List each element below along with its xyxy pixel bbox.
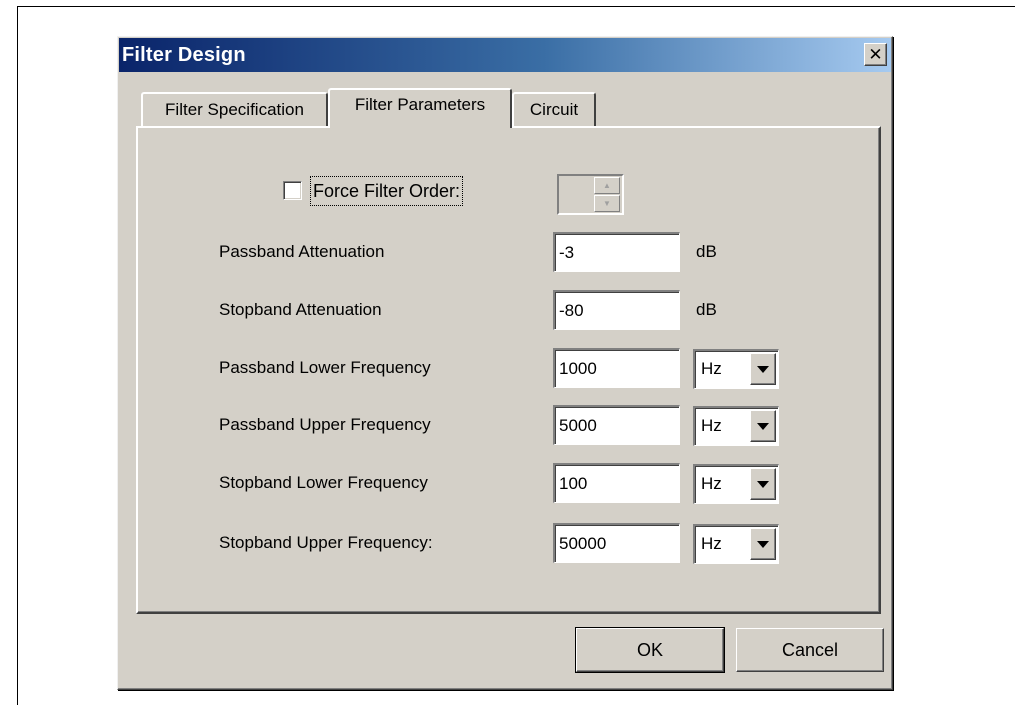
passband-attenuation-input[interactable] [553,232,680,272]
tab-filter-specification[interactable]: Filter Specification [141,92,328,126]
close-icon: ✕ [868,45,883,64]
dialog-title: Filter Design [122,44,246,66]
stopband-lower-frequency-unit-select[interactable]: Hz [693,464,779,504]
stopband-upper-frequency-input[interactable] [553,523,680,563]
dropdown-arrow-icon[interactable] [750,410,776,442]
tab-label: Filter Specification [165,100,304,119]
passband-lower-frequency-input[interactable] [553,348,680,388]
stopband-attenuation-unit: dB [696,300,717,319]
tab-label: Circuit [529,100,579,119]
dropdown-arrow-icon[interactable] [750,353,776,385]
selected-unit: Hz [701,474,722,493]
tab-label: Filter Parameters [354,95,486,114]
spin-up-icon[interactable]: ▲ [594,177,620,194]
force-filter-order-checkbox[interactable] [283,181,302,200]
selected-unit: Hz [701,416,722,435]
passband-upper-frequency-unit-select[interactable]: Hz [693,406,779,446]
ok-button[interactable]: OK [575,627,725,673]
stopband-upper-frequency-label: Stopband Upper Frequency: [219,533,433,552]
spin-down-icon[interactable]: ▼ [594,195,620,212]
cancel-button[interactable]: Cancel [736,628,884,672]
stopband-upper-frequency-unit-select[interactable]: Hz [693,524,779,564]
filter-order-spinner[interactable]: ▲ ▼ [557,174,624,215]
selected-unit: Hz [701,359,722,378]
dropdown-arrow-icon[interactable] [750,468,776,500]
passband-upper-frequency-label: Passband Upper Frequency [219,415,431,434]
title-bar[interactable]: Filter Design ✕ [119,38,891,72]
cancel-button-label: Cancel [781,639,839,660]
tab-circuit[interactable]: Circuit [512,92,596,126]
stopband-attenuation-label: Stopband Attenuation [219,300,382,319]
selected-unit: Hz [701,534,722,553]
tab-filter-parameters[interactable]: Filter Parameters [328,88,512,128]
passband-lower-frequency-label: Passband Lower Frequency [219,358,431,377]
ok-button-label: OK [636,639,663,660]
stopband-attenuation-input[interactable] [553,290,680,330]
passband-attenuation-unit: dB [696,242,717,261]
passband-upper-frequency-input[interactable] [553,405,680,445]
stopband-lower-frequency-input[interactable] [553,463,680,503]
stopband-lower-frequency-label: Stopband Lower Frequency [219,473,428,492]
dropdown-arrow-icon[interactable] [750,528,776,560]
force-filter-order-label[interactable]: Force Filter Order: [310,176,464,206]
passband-lower-frequency-unit-select[interactable]: Hz [693,349,779,389]
passband-attenuation-label: Passband Attenuation [219,242,385,261]
close-button[interactable]: ✕ [864,43,887,66]
